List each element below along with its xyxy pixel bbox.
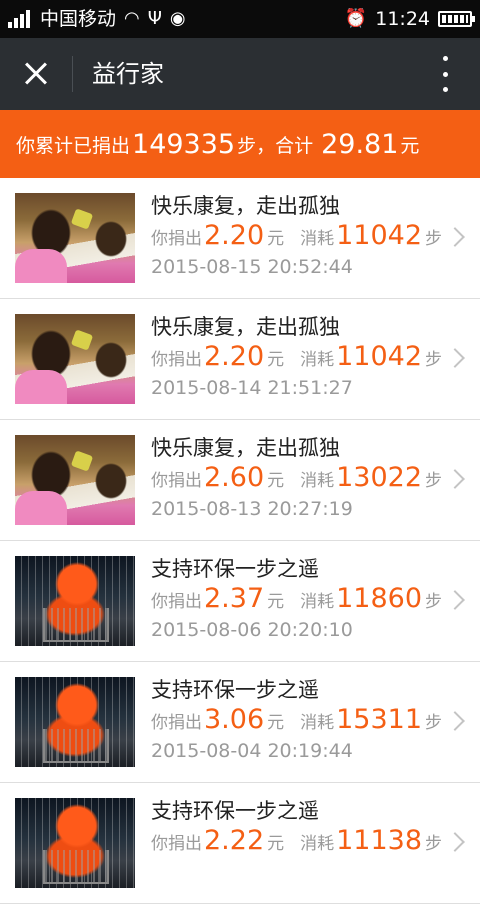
donated-amount: 2.60 (204, 462, 265, 493)
donation-detail: 你捐出 2.20 元 消耗 11042 步 (151, 220, 442, 254)
alarm-icon: ⏰ (344, 8, 368, 29)
project-thumbnail (15, 798, 135, 888)
donation-date: 2015-08-14 21:51:27 (151, 377, 353, 399)
status-right: ⏰ 11:24 (337, 0, 475, 38)
donation-detail: 你捐出 3.06 元 消耗 15311 步 (151, 704, 442, 738)
donated-amount: 2.20 (204, 220, 265, 251)
status-bar: 中国移动 ◠ Ψ ◉ ⏰ 11:24 (0, 0, 480, 38)
donation-summary: 你累计已捐出 149335 步，合计 29.81 元 (0, 110, 480, 178)
donation-detail: 你捐出 2.37 元 消耗 11860 步 (151, 583, 442, 617)
donation-date: 2015-08-06 20:20:10 (151, 619, 353, 641)
chevron-right-icon (445, 348, 465, 368)
wechat-icon: ◉ (169, 8, 186, 29)
donated-amount: 2.22 (204, 825, 265, 856)
status-left: 中国移动 ◠ Ψ ◉ (8, 0, 186, 38)
summary-prefix: 你累计已捐出 (16, 134, 131, 157)
steps-count: 11138 (336, 825, 423, 856)
project-thumbnail (15, 435, 135, 525)
consumed-label: 消耗 (300, 471, 335, 491)
steps-count: 15311 (336, 704, 423, 735)
summary-total: 29.81 (321, 128, 399, 160)
donation-date: 2015-08-13 20:27:19 (151, 498, 353, 520)
step-unit: 步 (425, 229, 443, 249)
close-icon[interactable] (14, 52, 58, 96)
consumed-label: 消耗 (300, 713, 335, 733)
donated-amount: 2.20 (204, 341, 265, 372)
project-thumbnail (15, 556, 135, 646)
donated-label: 你捐出 (151, 834, 202, 854)
project-title: 快乐康复，走出孤独 (151, 315, 340, 339)
consumed-label: 消耗 (300, 350, 335, 370)
chevron-right-icon (445, 711, 465, 731)
donated-label: 你捐出 (151, 592, 202, 612)
yuan-unit: 元 (267, 713, 285, 733)
consumed-label: 消耗 (300, 834, 335, 854)
step-unit: 步 (425, 592, 443, 612)
app-header: 益行家 (0, 38, 480, 110)
steps-count: 13022 (336, 462, 423, 493)
yuan-unit: 元 (267, 834, 285, 854)
step-unit: 步 (425, 471, 443, 491)
summary-total-unit: 元 (400, 134, 420, 157)
donated-amount: 2.37 (204, 583, 265, 614)
carrier-name: 中国移动 (40, 8, 117, 30)
donated-label: 你捐出 (151, 229, 202, 249)
summary-steps: 149335 (132, 128, 236, 160)
usb-icon: Ψ (147, 8, 162, 29)
step-unit: 步 (425, 713, 443, 733)
consumed-label: 消耗 (300, 592, 335, 612)
chevron-right-icon (445, 227, 465, 247)
project-title: 支持环保一步之遥 (151, 799, 319, 823)
project-thumbnail (15, 314, 135, 404)
wifi-icon: ◠ (124, 8, 140, 29)
yuan-unit: 元 (267, 350, 285, 370)
list-item[interactable]: 快乐康复，走出孤独 你捐出 2.20 元 消耗 11042 步 2015-08-… (0, 299, 480, 420)
steps-count: 11042 (336, 220, 423, 251)
steps-count: 11042 (336, 341, 423, 372)
header-divider (72, 56, 73, 92)
step-unit: 步 (425, 350, 443, 370)
consumed-label: 消耗 (300, 229, 335, 249)
step-unit: 步 (425, 834, 443, 854)
donation-date: 2015-08-15 20:52:44 (151, 256, 353, 278)
clock: 11:24 (375, 8, 430, 30)
yuan-unit: 元 (267, 229, 285, 249)
chevron-right-icon (445, 590, 465, 610)
donation-detail: 你捐出 2.60 元 消耗 13022 步 (151, 462, 442, 496)
donated-amount: 3.06 (204, 704, 265, 735)
project-title: 支持环保一步之遥 (151, 557, 319, 581)
project-title: 快乐康复，走出孤独 (151, 194, 340, 218)
donated-label: 你捐出 (151, 350, 202, 370)
list-item[interactable]: 支持环保一步之遥 你捐出 2.37 元 消耗 11860 步 2015-08-0… (0, 541, 480, 662)
project-thumbnail (15, 193, 135, 283)
donated-label: 你捐出 (151, 471, 202, 491)
list-item[interactable]: 快乐康复，走出孤独 你捐出 2.60 元 消耗 13022 步 2015-08-… (0, 420, 480, 541)
page-title: 益行家 (92, 60, 164, 88)
summary-steps-unit: 步，合计 (237, 134, 314, 157)
battery-icon (438, 11, 475, 27)
chevron-right-icon (445, 832, 465, 852)
yuan-unit: 元 (267, 471, 285, 491)
donation-list: 快乐康复，走出孤独 你捐出 2.20 元 消耗 11042 步 2015-08-… (0, 178, 480, 904)
yuan-unit: 元 (267, 592, 285, 612)
list-item[interactable]: 支持环保一步之遥 你捐出 2.22 元 消耗 11138 步 (0, 783, 480, 904)
donation-date: 2015-08-04 20:19:44 (151, 740, 353, 762)
donated-label: 你捐出 (151, 713, 202, 733)
donation-detail: 你捐出 2.20 元 消耗 11042 步 (151, 341, 442, 375)
list-item[interactable]: 快乐康复，走出孤独 你捐出 2.20 元 消耗 11042 步 2015-08-… (0, 178, 480, 299)
project-title: 支持环保一步之遥 (151, 678, 319, 702)
chevron-right-icon (445, 469, 465, 489)
steps-count: 11860 (336, 583, 423, 614)
signal-icon (8, 10, 32, 28)
project-title: 快乐康复，走出孤独 (151, 436, 340, 460)
project-thumbnail (15, 677, 135, 767)
list-item[interactable]: 支持环保一步之遥 你捐出 3.06 元 消耗 15311 步 2015-08-0… (0, 662, 480, 783)
more-vertical-icon[interactable] (440, 56, 450, 92)
